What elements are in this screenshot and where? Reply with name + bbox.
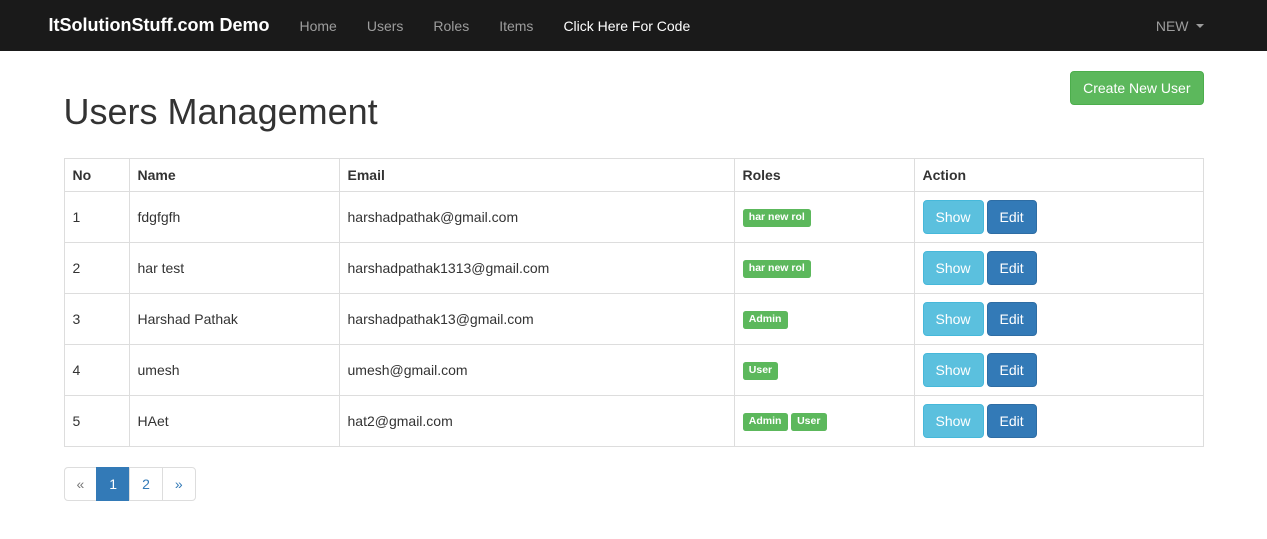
- new-dropdown[interactable]: NEW: [1141, 3, 1219, 49]
- table-row: 3Harshad Pathakharshadpathak13@gmail.com…: [64, 294, 1203, 345]
- nav-item-roles[interactable]: Roles: [418, 3, 484, 49]
- cell-roles: Admin: [734, 294, 914, 345]
- role-badge: Admin: [743, 311, 788, 328]
- table-row: 5HAethat2@gmail.comAdminUserShowEdit: [64, 396, 1203, 447]
- cell-no: 5: [64, 396, 129, 447]
- cell-action: ShowEdit: [914, 345, 1203, 396]
- cell-roles: har new rol: [734, 243, 914, 294]
- cell-name: har test: [129, 243, 339, 294]
- show-button[interactable]: Show: [923, 353, 984, 387]
- pagination-next[interactable]: »: [162, 467, 196, 501]
- cell-name: Harshad Pathak: [129, 294, 339, 345]
- page-title: Users Management: [64, 91, 378, 133]
- pagination-page-2[interactable]: 2: [129, 467, 163, 501]
- table-header-no: No: [64, 159, 129, 192]
- nav-item-home[interactable]: Home: [284, 3, 351, 49]
- cell-email: hat2@gmail.com: [339, 396, 734, 447]
- show-button[interactable]: Show: [923, 404, 984, 438]
- new-dropdown-label: NEW: [1156, 18, 1189, 34]
- show-button[interactable]: Show: [923, 200, 984, 234]
- nav-item-code[interactable]: Click Here For Code: [548, 3, 705, 49]
- table-row: 4umeshumesh@gmail.com User ShowEdit: [64, 345, 1203, 396]
- edit-button[interactable]: Edit: [987, 302, 1037, 336]
- edit-button[interactable]: Edit: [987, 251, 1037, 285]
- cell-no: 3: [64, 294, 129, 345]
- table-header-action: Action: [914, 159, 1203, 192]
- cell-name: HAet: [129, 396, 339, 447]
- pagination-prev: «: [64, 467, 98, 501]
- cell-action: ShowEdit: [914, 192, 1203, 243]
- create-new-user-button[interactable]: Create New User: [1070, 71, 1203, 105]
- pagination-page-1[interactable]: 1: [96, 467, 130, 501]
- table-header-name: Name: [129, 159, 339, 192]
- cell-roles: AdminUser: [734, 396, 914, 447]
- cell-name: umesh: [129, 345, 339, 396]
- table-row: 1fdgfgfhharshadpathak@gmail.com har new r…: [64, 192, 1203, 243]
- edit-button[interactable]: Edit: [987, 353, 1037, 387]
- cell-no: 4: [64, 345, 129, 396]
- cell-action: ShowEdit: [914, 396, 1203, 447]
- table-header-row: No Name Email Roles Action: [64, 159, 1203, 192]
- nav-item-items[interactable]: Items: [484, 3, 548, 49]
- navbar-brand[interactable]: ItSolutionStuff.com Demo: [49, 0, 285, 51]
- nav-item-users[interactable]: Users: [352, 3, 419, 49]
- role-badge: User: [791, 413, 827, 430]
- users-table: No Name Email Roles Action 1fdgfgfhharsh…: [64, 158, 1204, 447]
- role-badge: har new rol: [743, 260, 812, 277]
- cell-email: harshadpathak1313@gmail.com: [339, 243, 734, 294]
- role-badge: har new rol: [743, 209, 812, 226]
- cell-no: 2: [64, 243, 129, 294]
- edit-button[interactable]: Edit: [987, 200, 1037, 234]
- cell-roles: har new rol: [734, 192, 914, 243]
- cell-action: ShowEdit: [914, 243, 1203, 294]
- table-header-roles: Roles: [734, 159, 914, 192]
- cell-action: ShowEdit: [914, 294, 1203, 345]
- pagination: « 1 2 »: [64, 467, 1204, 501]
- navbar: ItSolutionStuff.com Demo Home Users Role…: [0, 0, 1267, 51]
- show-button[interactable]: Show: [923, 302, 984, 336]
- cell-no: 1: [64, 192, 129, 243]
- chevron-down-icon: [1196, 24, 1204, 28]
- edit-button[interactable]: Edit: [987, 404, 1037, 438]
- show-button[interactable]: Show: [923, 251, 984, 285]
- cell-name: fdgfgfh: [129, 192, 339, 243]
- cell-email: harshadpathak@gmail.com: [339, 192, 734, 243]
- cell-email: umesh@gmail.com: [339, 345, 734, 396]
- cell-roles: User: [734, 345, 914, 396]
- table-row: 2har testharshadpathak1313@gmail.com har …: [64, 243, 1203, 294]
- nav-list: Home Users Roles Items Click Here For Co…: [284, 18, 705, 34]
- cell-email: harshadpathak13@gmail.com: [339, 294, 734, 345]
- table-header-email: Email: [339, 159, 734, 192]
- role-badge: User: [743, 362, 779, 379]
- role-badge: Admin: [743, 413, 788, 430]
